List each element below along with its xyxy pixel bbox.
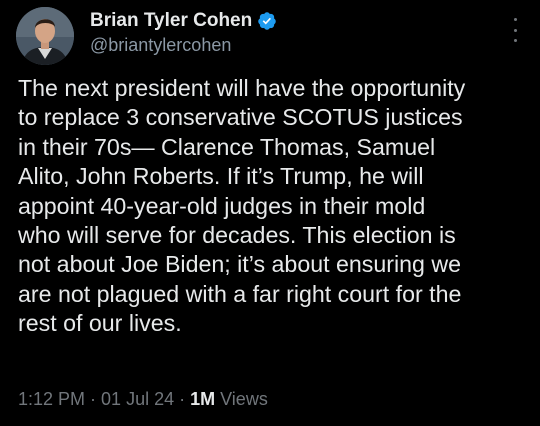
more-vertical-icon[interactable] xyxy=(505,18,525,42)
views-count: 1M xyxy=(190,389,216,409)
author-handle[interactable]: @briantylercohen xyxy=(90,35,277,56)
tweet-date[interactable]: 01 Jul 24 xyxy=(101,389,174,409)
name-row: Brian Tyler Cohen xyxy=(90,8,277,34)
display-name[interactable]: Brian Tyler Cohen xyxy=(90,10,252,32)
author-block: Brian Tyler Cohen @briantylercohen xyxy=(90,8,277,56)
meta-separator: · xyxy=(174,389,191,409)
tweet: Brian Tyler Cohen @briantylercohen The n… xyxy=(0,0,540,426)
views-label: Views xyxy=(215,389,268,409)
tweet-text: The next president will have the opportu… xyxy=(18,75,466,337)
verified-badge-icon[interactable] xyxy=(257,11,277,31)
meta-separator: · xyxy=(85,389,102,409)
tweet-meta: 1:12 PM · 01 Jul 24 · 1M Views xyxy=(18,389,268,410)
tweet-time[interactable]: 1:12 PM xyxy=(18,389,85,409)
avatar[interactable] xyxy=(16,7,74,65)
